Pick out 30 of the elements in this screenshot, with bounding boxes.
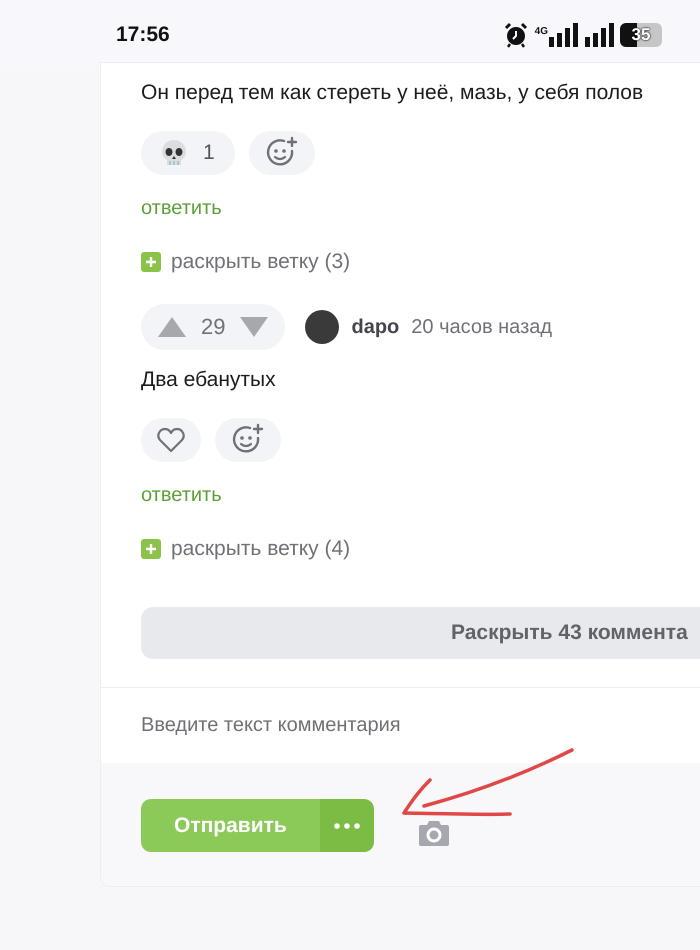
- downvote-icon[interactable]: [239, 316, 270, 338]
- reaction-button[interactable]: 1: [141, 131, 235, 175]
- like-button[interactable]: [141, 418, 201, 462]
- heart-icon: [157, 427, 185, 453]
- add-reaction-button[interactable]: [248, 131, 315, 175]
- alarm-clock-icon: [502, 22, 529, 48]
- upvote-icon[interactable]: [157, 316, 187, 338]
- more-options-button[interactable]: [320, 799, 374, 852]
- camera-icon[interactable]: [418, 818, 450, 846]
- plus-square-icon[interactable]: [141, 252, 161, 272]
- expand-thread-link[interactable]: раскрыть ветку (4): [171, 537, 350, 561]
- reply-link[interactable]: ответить: [141, 484, 222, 507]
- signal-icon: [584, 23, 614, 47]
- expand-comments-button[interactable]: Раскрыть 43 коммента: [141, 607, 700, 659]
- comment-input-field[interactable]: Введите текст комментария: [141, 714, 541, 737]
- avatar[interactable]: [305, 310, 340, 344]
- reply-link[interactable]: ответить: [141, 197, 222, 220]
- network-label: 4G: [534, 26, 548, 37]
- comment-text: Он перед тем как стереть у неё, мазь, у себя полов: [141, 81, 644, 105]
- comment-text: Два ебанутых: [141, 368, 276, 392]
- plus-square-icon[interactable]: [141, 539, 161, 559]
- skull-icon: [159, 138, 189, 168]
- expand-thread-link[interactable]: раскрыть ветку (3): [171, 250, 350, 274]
- status-time: 17:56: [116, 23, 170, 47]
- signal-icon: [548, 23, 578, 47]
- add-reaction-button[interactable]: [215, 418, 281, 462]
- comment-time: 20 часов назад: [411, 316, 552, 338]
- author-name[interactable]: dapo: [351, 316, 400, 338]
- more-icon: [334, 822, 360, 828]
- vote-count: 29: [201, 314, 226, 340]
